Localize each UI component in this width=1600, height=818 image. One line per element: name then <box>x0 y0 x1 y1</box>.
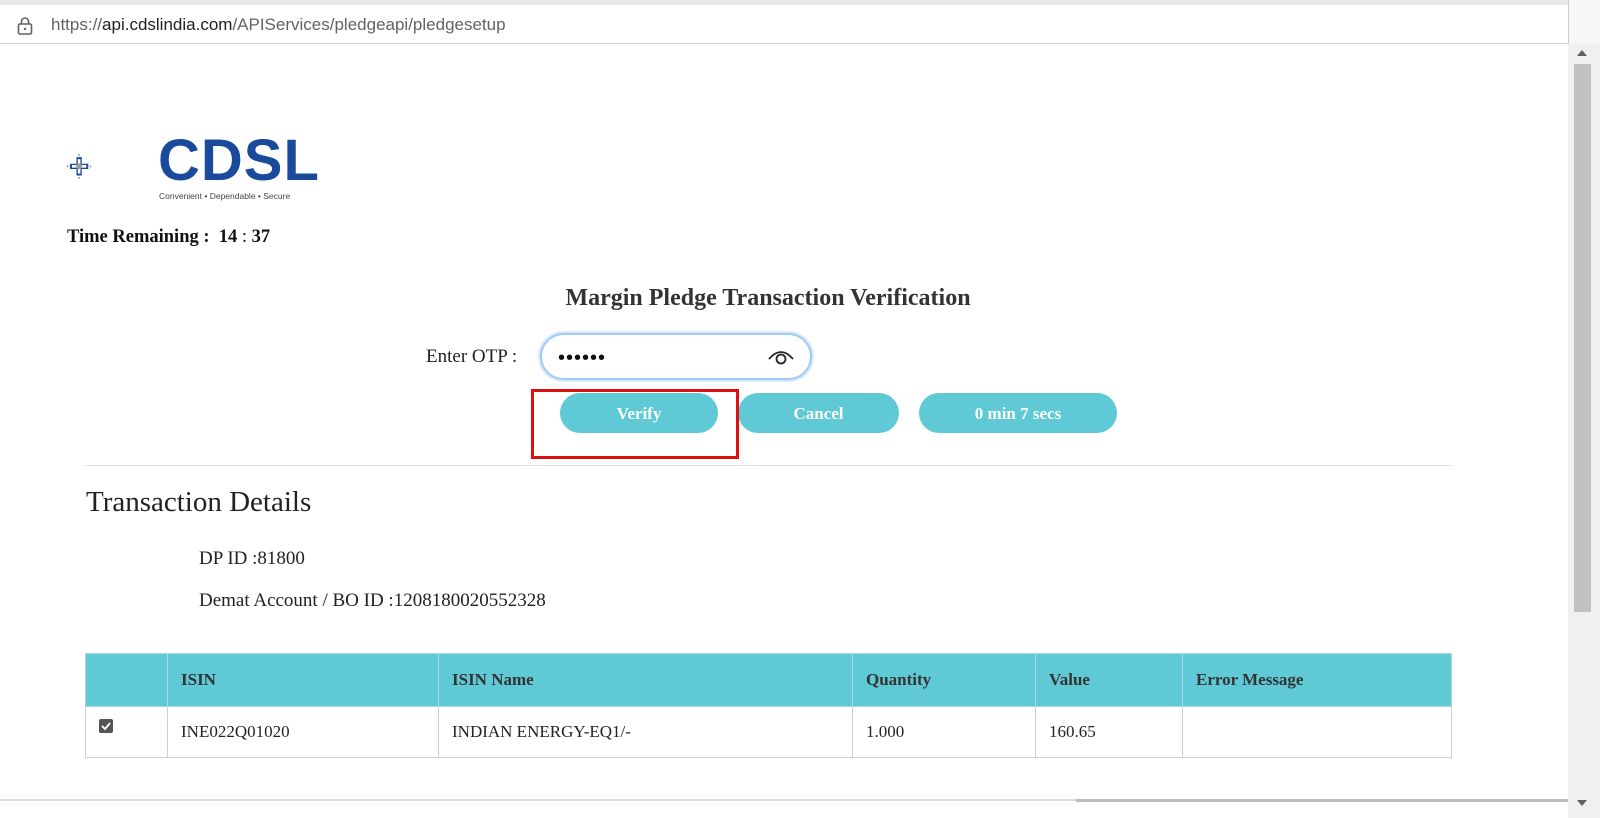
resend-timer-button[interactable]: 0 min 7 secs <box>919 393 1117 433</box>
url-text[interactable]: https://api.cdslindia.com/APIServices/pl… <box>51 15 506 35</box>
time-remaining-separator: : <box>241 227 248 247</box>
header-error-message: Error Message <box>1182 653 1452 707</box>
cdsl-logo-text: CDSL <box>158 128 320 193</box>
scroll-up-arrow-icon[interactable] <box>1577 50 1587 56</box>
time-remaining-seconds: 37 <box>251 227 271 247</box>
window-corner <box>1568 0 1600 44</box>
otp-field[interactable] <box>540 333 812 380</box>
scroll-down-arrow-icon[interactable] <box>1577 800 1587 806</box>
checkmark-icon <box>101 722 111 731</box>
otp-input[interactable] <box>556 344 760 372</box>
row-value: 160.65 <box>1035 706 1183 758</box>
header-quantity: Quantity <box>852 653 1036 707</box>
table-row: INE022Q01020 INDIAN ENERGY-EQ1/- 1.000 1… <box>85 706 1452 758</box>
scrollbar-thumb[interactable] <box>1574 64 1591 612</box>
row-select-cell <box>85 706 168 758</box>
row-quantity: 1.000 <box>852 706 1036 758</box>
row-isin: INE022Q01020 <box>167 706 439 758</box>
row-checkbox[interactable] <box>99 719 113 733</box>
cdsl-tagline: Convenient • Dependable • Secure <box>159 191 291 201</box>
page-title: Margin Pledge Transaction Verification <box>565 285 971 311</box>
verify-highlight-box <box>531 389 739 459</box>
header-select <box>85 653 168 707</box>
divider <box>85 465 1452 466</box>
row-error-message <box>1182 706 1452 758</box>
header-value: Value <box>1035 653 1183 707</box>
address-bar[interactable]: https://api.cdslindia.com/APIServices/pl… <box>0 0 1568 44</box>
time-remaining-minutes: 14 <box>218 227 238 247</box>
cdsl-logo-emblem-icon <box>66 153 92 179</box>
table-header-row: ISIN ISIN Name Quantity Value Error Mess… <box>85 653 1452 707</box>
cancel-button[interactable]: Cancel <box>738 393 899 433</box>
otp-label: Enter OTP : <box>426 346 518 367</box>
dp-id: DP ID :81800 <box>199 548 305 569</box>
transaction-details-title: Transaction Details <box>86 486 312 518</box>
horizontal-scrollbar-thumb[interactable] <box>1076 799 1568 802</box>
header-isin-name: ISIN Name <box>438 653 853 707</box>
eye-icon[interactable] <box>767 347 795 367</box>
transaction-table: ISIN ISIN Name Quantity Value Error Mess… <box>85 653 1452 758</box>
lock-icon <box>17 17 33 35</box>
time-remaining: Time Remaining : 14 : 37 <box>67 227 270 248</box>
bo-id: Demat Account / BO ID :1208180020552328 <box>199 590 546 611</box>
header-isin: ISIN <box>167 653 439 707</box>
time-remaining-label: Time Remaining : <box>67 227 210 247</box>
row-isin-name: INDIAN ENERGY-EQ1/- <box>438 706 853 758</box>
